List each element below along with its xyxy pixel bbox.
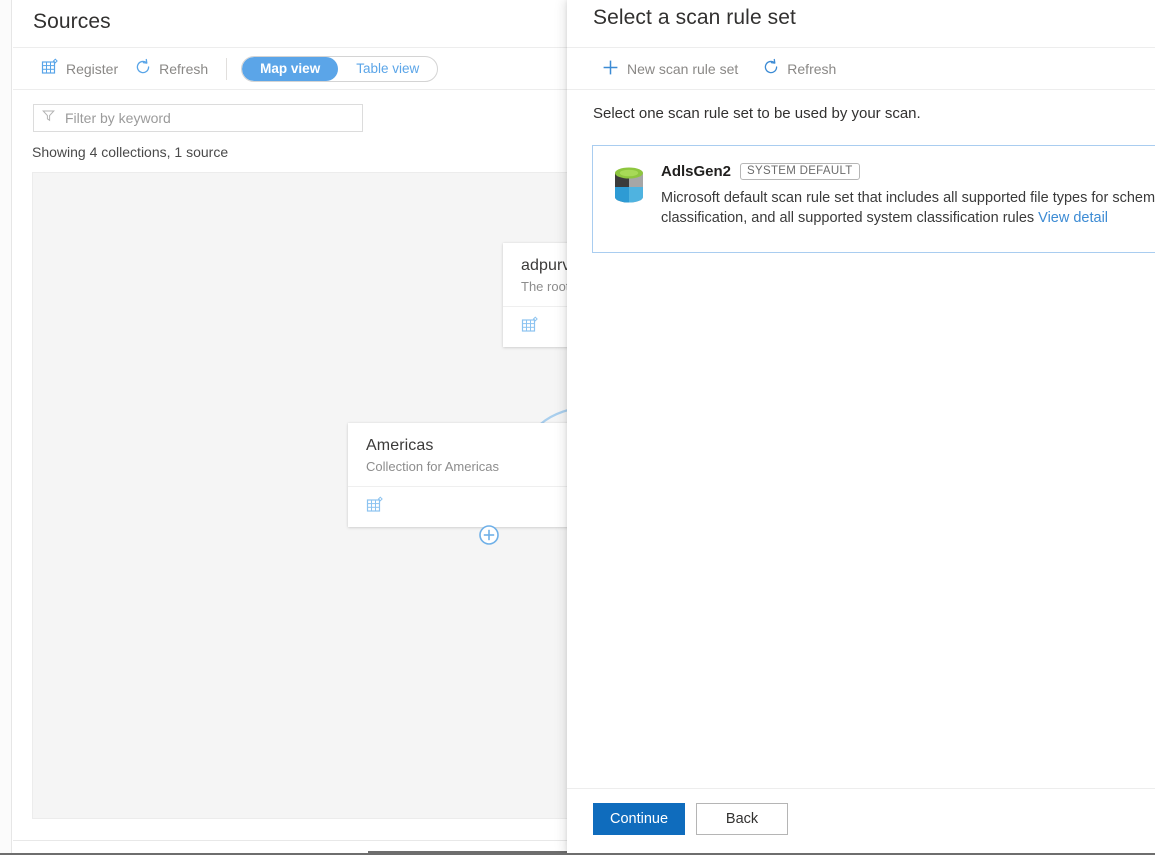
scan-rule-set-info: AdlsGen2 SYSTEM DEFAULT Microsoft defaul… [657,163,1155,235]
register-label: Register [66,61,118,77]
grid-register-icon[interactable] [521,316,539,339]
search-input[interactable] [63,109,354,127]
adls-gen2-datalake-icon [611,163,657,235]
flyout-refresh-label: Refresh [787,61,836,77]
toolbar-divider [226,58,227,80]
register-button[interactable]: Register [33,53,126,85]
new-scan-rule-set-button[interactable]: New scan rule set [593,53,746,85]
flyout-subtitle: Select one scan rule set to be used by y… [593,105,921,122]
app-root: Sources Register [0,0,1155,855]
scan-rule-set-flyout: Select a scan rule set New scan rule set [567,0,1155,855]
scan-rule-set-card[interactable]: AdlsGen2 SYSTEM DEFAULT Microsoft defaul… [592,145,1155,253]
scan-rule-set-description: Microsoft default scan rule set that inc… [661,188,1155,228]
scan-rule-set-name: AdlsGen2 [661,163,731,180]
tab-table-view[interactable]: Table view [338,57,437,81]
flyout-command-bar: New scan rule set Refresh [567,48,1155,90]
status-badge: SYSTEM DEFAULT [740,163,860,180]
refresh-icon [762,58,780,79]
continue-button[interactable]: Continue [593,803,685,835]
filter-box[interactable] [33,104,363,132]
refresh-icon [134,58,152,79]
grid-register-icon [41,58,59,79]
flyout-header: Select a scan rule set [567,0,1155,48]
refresh-button[interactable]: Refresh [126,53,216,85]
plus-icon [601,58,620,80]
back-button[interactable]: Back [696,803,788,835]
view-detail-link[interactable]: View detail [1038,210,1108,226]
flyout-footer: Continue Back [567,788,1155,855]
tab-map-view[interactable]: Map view [242,57,338,81]
flyout-title: Select a scan rule set [593,6,796,30]
plus-circle-icon[interactable] [478,524,500,546]
view-toggle-group: Map view Table view [241,56,438,82]
flyout-refresh-button[interactable]: Refresh [754,53,844,85]
grid-register-icon[interactable] [366,496,384,519]
filter-funnel-icon [42,109,55,127]
left-nav-rail [0,0,12,855]
scan-rule-set-title-row: AdlsGen2 SYSTEM DEFAULT [661,163,1155,180]
refresh-label: Refresh [159,61,208,77]
status-text: Showing 4 collections, 1 source [32,144,228,160]
page-title: Sources [33,10,111,34]
new-scan-rule-set-label: New scan rule set [627,61,738,77]
